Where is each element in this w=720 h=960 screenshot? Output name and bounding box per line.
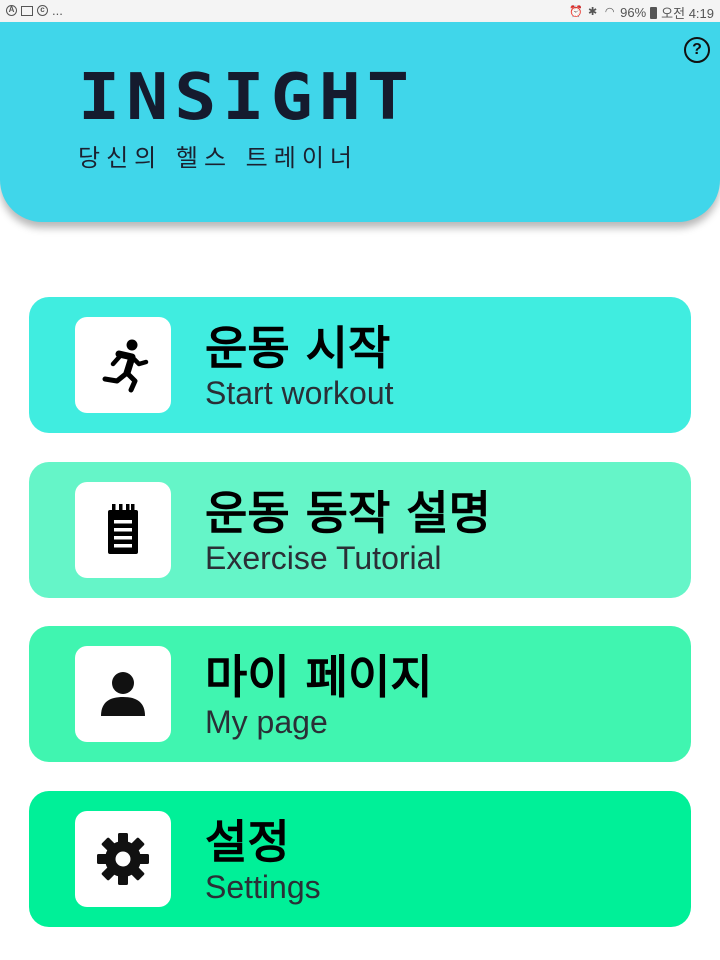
card-subtitle: My page xyxy=(205,704,328,740)
card-title: 운동 시작 xyxy=(205,321,391,375)
battery-percent: 96% xyxy=(620,5,647,20)
wifi-icon: ◠ xyxy=(604,6,615,18)
bluetooth-icon: ✱ xyxy=(588,6,598,18)
my-page-button[interactable]: 마이 페이지 My page xyxy=(29,626,691,762)
card-title: 운동 동작 설명 xyxy=(205,486,491,540)
card-title: 마이 페이지 xyxy=(205,650,433,704)
settings-button[interactable]: 설정 Settings xyxy=(29,791,691,927)
alarm-icon: ⏰ xyxy=(569,6,583,18)
person-icon xyxy=(101,672,145,716)
battery-icon xyxy=(650,6,658,19)
card-icon-box xyxy=(75,646,171,742)
running-person-icon xyxy=(102,339,149,393)
card-icon-box xyxy=(75,482,171,578)
exercise-tutorial-button[interactable]: 운동 동작 설명 Exercise Tutorial xyxy=(29,462,691,598)
sync-icon: c xyxy=(37,5,48,16)
gear-icon xyxy=(97,833,149,885)
card-subtitle: Settings xyxy=(205,869,321,905)
card-icon-box xyxy=(75,317,171,413)
image-icon xyxy=(21,5,33,16)
help-button[interactable]: ? xyxy=(684,37,710,63)
app-subtitle: 당신의 헬스 트레이너 xyxy=(78,144,358,172)
app-header: INSIGHT 당신의 헬스 트레이너 ? xyxy=(0,22,720,222)
start-workout-button[interactable]: 운동 시작 Start workout xyxy=(29,297,691,433)
status-left-icons: A c ... xyxy=(6,3,63,18)
card-icon-box xyxy=(75,811,171,907)
card-title: 설정 xyxy=(205,815,290,869)
card-subtitle: Exercise Tutorial xyxy=(205,540,442,576)
app-title: INSIGHT xyxy=(78,59,416,135)
status-right-icons: ⏰ ✱ ◠ 96% 오전 4:19 xyxy=(569,3,714,22)
help-icon: ? xyxy=(692,41,702,58)
a-circle-icon: A xyxy=(6,5,17,16)
more-notifications: ... xyxy=(52,3,63,18)
notepad-icon xyxy=(108,504,138,554)
card-subtitle: Start workout xyxy=(205,375,394,411)
clock: 오전 4:19 xyxy=(661,6,714,21)
status-bar: A c ... ⏰ ✱ ◠ 96% 오전 4:19 xyxy=(0,0,720,22)
